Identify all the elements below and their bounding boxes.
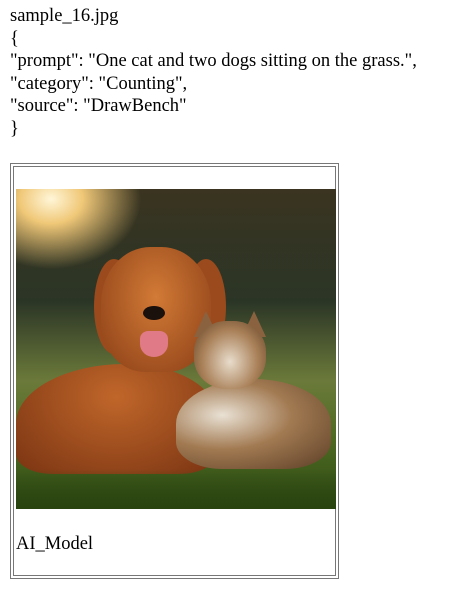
filename: sample_16.jpg: [10, 6, 119, 26]
header-text: sample_16.jpg { "prompt": "One cat and t…: [10, 5, 417, 141]
json-category: "category": "Counting",: [10, 73, 188, 94]
dog-tongue: [140, 331, 168, 357]
grass: [16, 469, 336, 509]
dog-nose: [143, 306, 165, 320]
result-table: AI_Model: [10, 163, 339, 579]
result-cell: AI_Model: [13, 166, 336, 576]
model-caption: AI_Model: [16, 534, 94, 554]
json-prompt: "prompt": "One cat and two dogs sitting …: [10, 51, 417, 72]
cat-body: [176, 379, 331, 469]
generated-image: [16, 189, 336, 509]
json-open-brace: {: [10, 28, 19, 49]
cat-head: [194, 321, 266, 389]
json-source: "source": "DrawBench": [10, 96, 187, 117]
json-close-brace: }: [10, 118, 19, 139]
